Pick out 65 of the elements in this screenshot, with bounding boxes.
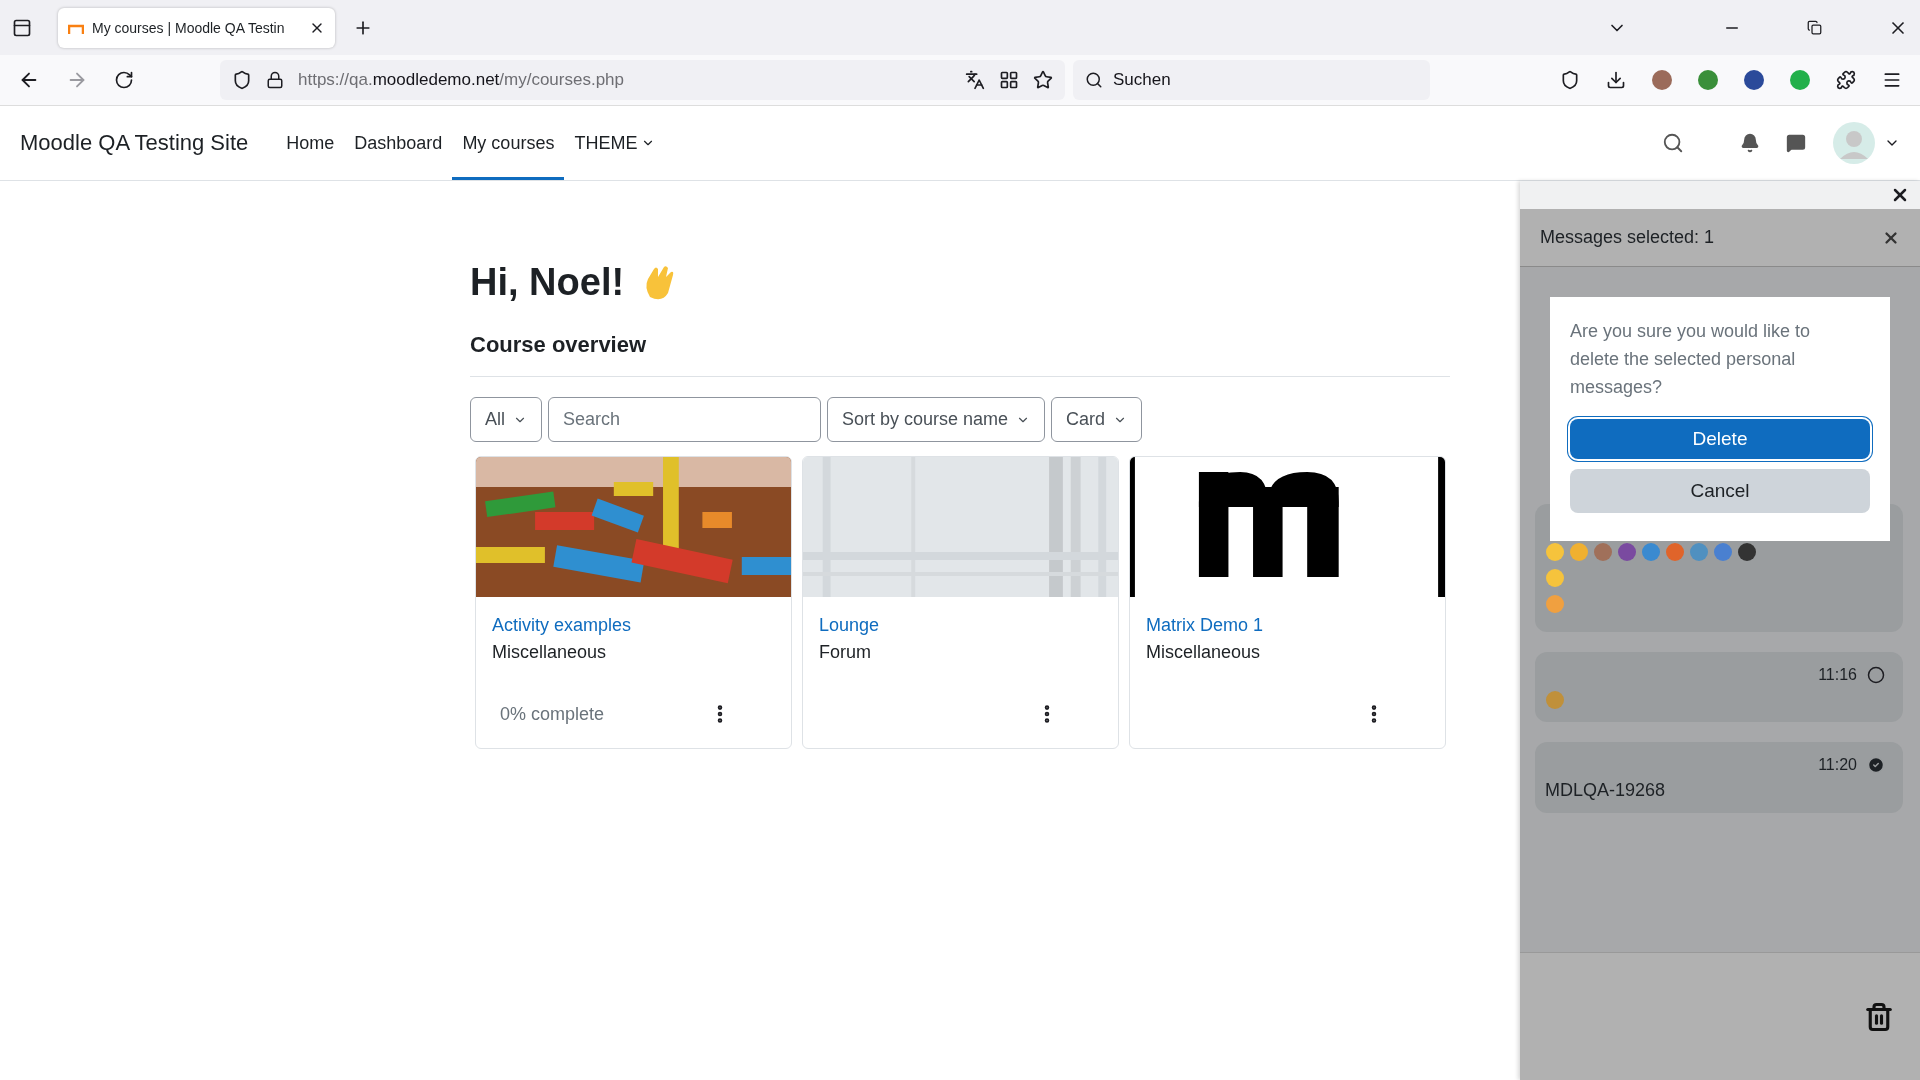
- search-placeholder: Suchen: [1113, 70, 1171, 90]
- search-field[interactable]: Search: [548, 397, 821, 442]
- dialog-text: Are you sure you would like to delete the selected personal messages?: [1570, 320, 1812, 399]
- emoji-icon: [1641, 542, 1661, 562]
- emoji-icon: [1545, 594, 1565, 614]
- dropdown-button[interactable]: Sort by course name: [827, 397, 1046, 442]
- search-field[interactable]: Suchen: [1073, 60, 1430, 100]
- emoji-icon: [1713, 542, 1733, 562]
- course-category: Miscellaneous: [492, 642, 608, 663]
- nav-link[interactable]: Dashboard: [344, 106, 453, 180]
- section-title: Course overview: [470, 332, 1450, 377]
- menu-icon[interactable]: [1882, 70, 1902, 90]
- course-category: Forum: [819, 642, 872, 663]
- search-icon[interactable]: [1662, 132, 1684, 154]
- reload-icon[interactable]: [114, 70, 134, 90]
- emoji-icon: [1569, 542, 1589, 562]
- course-link[interactable]: Lounge: [819, 615, 1102, 636]
- restore-icon[interactable]: [1807, 20, 1822, 35]
- download-icon[interactable]: [1606, 70, 1626, 90]
- message-bubble[interactable]: 11:16: [1535, 652, 1903, 722]
- puzzle-icon[interactable]: [1836, 70, 1856, 90]
- address-bar[interactable]: https://qa.moodledemo.net/my/courses.php: [220, 60, 1065, 100]
- greeting-heading: Hi, Noel!: [470, 261, 625, 304]
- emoji-icon: [1665, 542, 1685, 562]
- site-name[interactable]: Moodle QA Testing Site: [20, 130, 249, 156]
- course-link[interactable]: Matrix Demo 1: [1146, 615, 1429, 636]
- emoji-icon: [1689, 542, 1709, 562]
- bell-icon[interactable]: [1740, 133, 1760, 153]
- emoji-icon: [1545, 690, 1565, 710]
- extension-icon[interactable]: [1652, 70, 1672, 90]
- nav-link[interactable]: Home: [276, 106, 345, 180]
- browser-tab[interactable]: My courses | Moodle QA Testin: [58, 7, 335, 48]
- emoji-icon: [1737, 542, 1757, 562]
- nav-link[interactable]: THEME: [564, 106, 666, 180]
- drawer-title: Messages selected: 1: [1540, 227, 1715, 248]
- translate-icon[interactable]: [965, 70, 985, 90]
- course-link[interactable]: Activity examples: [492, 615, 775, 636]
- tab-list-icon[interactable]: [12, 17, 32, 38]
- star-icon[interactable]: [1033, 70, 1053, 90]
- trash-icon[interactable]: [1864, 1001, 1894, 1032]
- emoji-icon: [1593, 542, 1613, 562]
- emoji-icon: [1545, 568, 1565, 588]
- message-bubble[interactable]: 11:20 MDLQA-19268: [1535, 742, 1903, 813]
- dropdown-button[interactable]: All: [470, 397, 542, 442]
- message-time: 11:20: [1818, 756, 1857, 774]
- extension-icon[interactable]: [1698, 70, 1718, 90]
- search-icon: [1085, 71, 1103, 89]
- message-time: 11:16: [1818, 666, 1857, 684]
- progress-text: 0% complete: [500, 703, 606, 725]
- tab-title: My courses | Moodle QA Testin: [92, 19, 286, 36]
- check-circle-icon[interactable]: [1867, 756, 1885, 774]
- circle-icon[interactable]: [1867, 666, 1885, 684]
- dropdown-button[interactable]: Card: [1051, 397, 1143, 442]
- cancel-button[interactable]: Cancel: [1570, 469, 1870, 513]
- message-text: MDLQA-19268: [1545, 780, 1667, 801]
- lock-icon: [266, 71, 284, 89]
- grid-icon[interactable]: [999, 70, 1019, 90]
- delete-button[interactable]: Delete: [1570, 419, 1870, 459]
- chat-icon[interactable]: [1786, 133, 1806, 153]
- course-category: Miscellaneous: [1146, 642, 1262, 663]
- emoji-icon: [1545, 542, 1565, 562]
- emoji-icon: [1617, 542, 1637, 562]
- url-text: https://qa.moodledemo.net/my/courses.php: [298, 70, 626, 90]
- shield-icon[interactable]: [232, 70, 252, 90]
- extension-icon[interactable]: [1744, 70, 1764, 90]
